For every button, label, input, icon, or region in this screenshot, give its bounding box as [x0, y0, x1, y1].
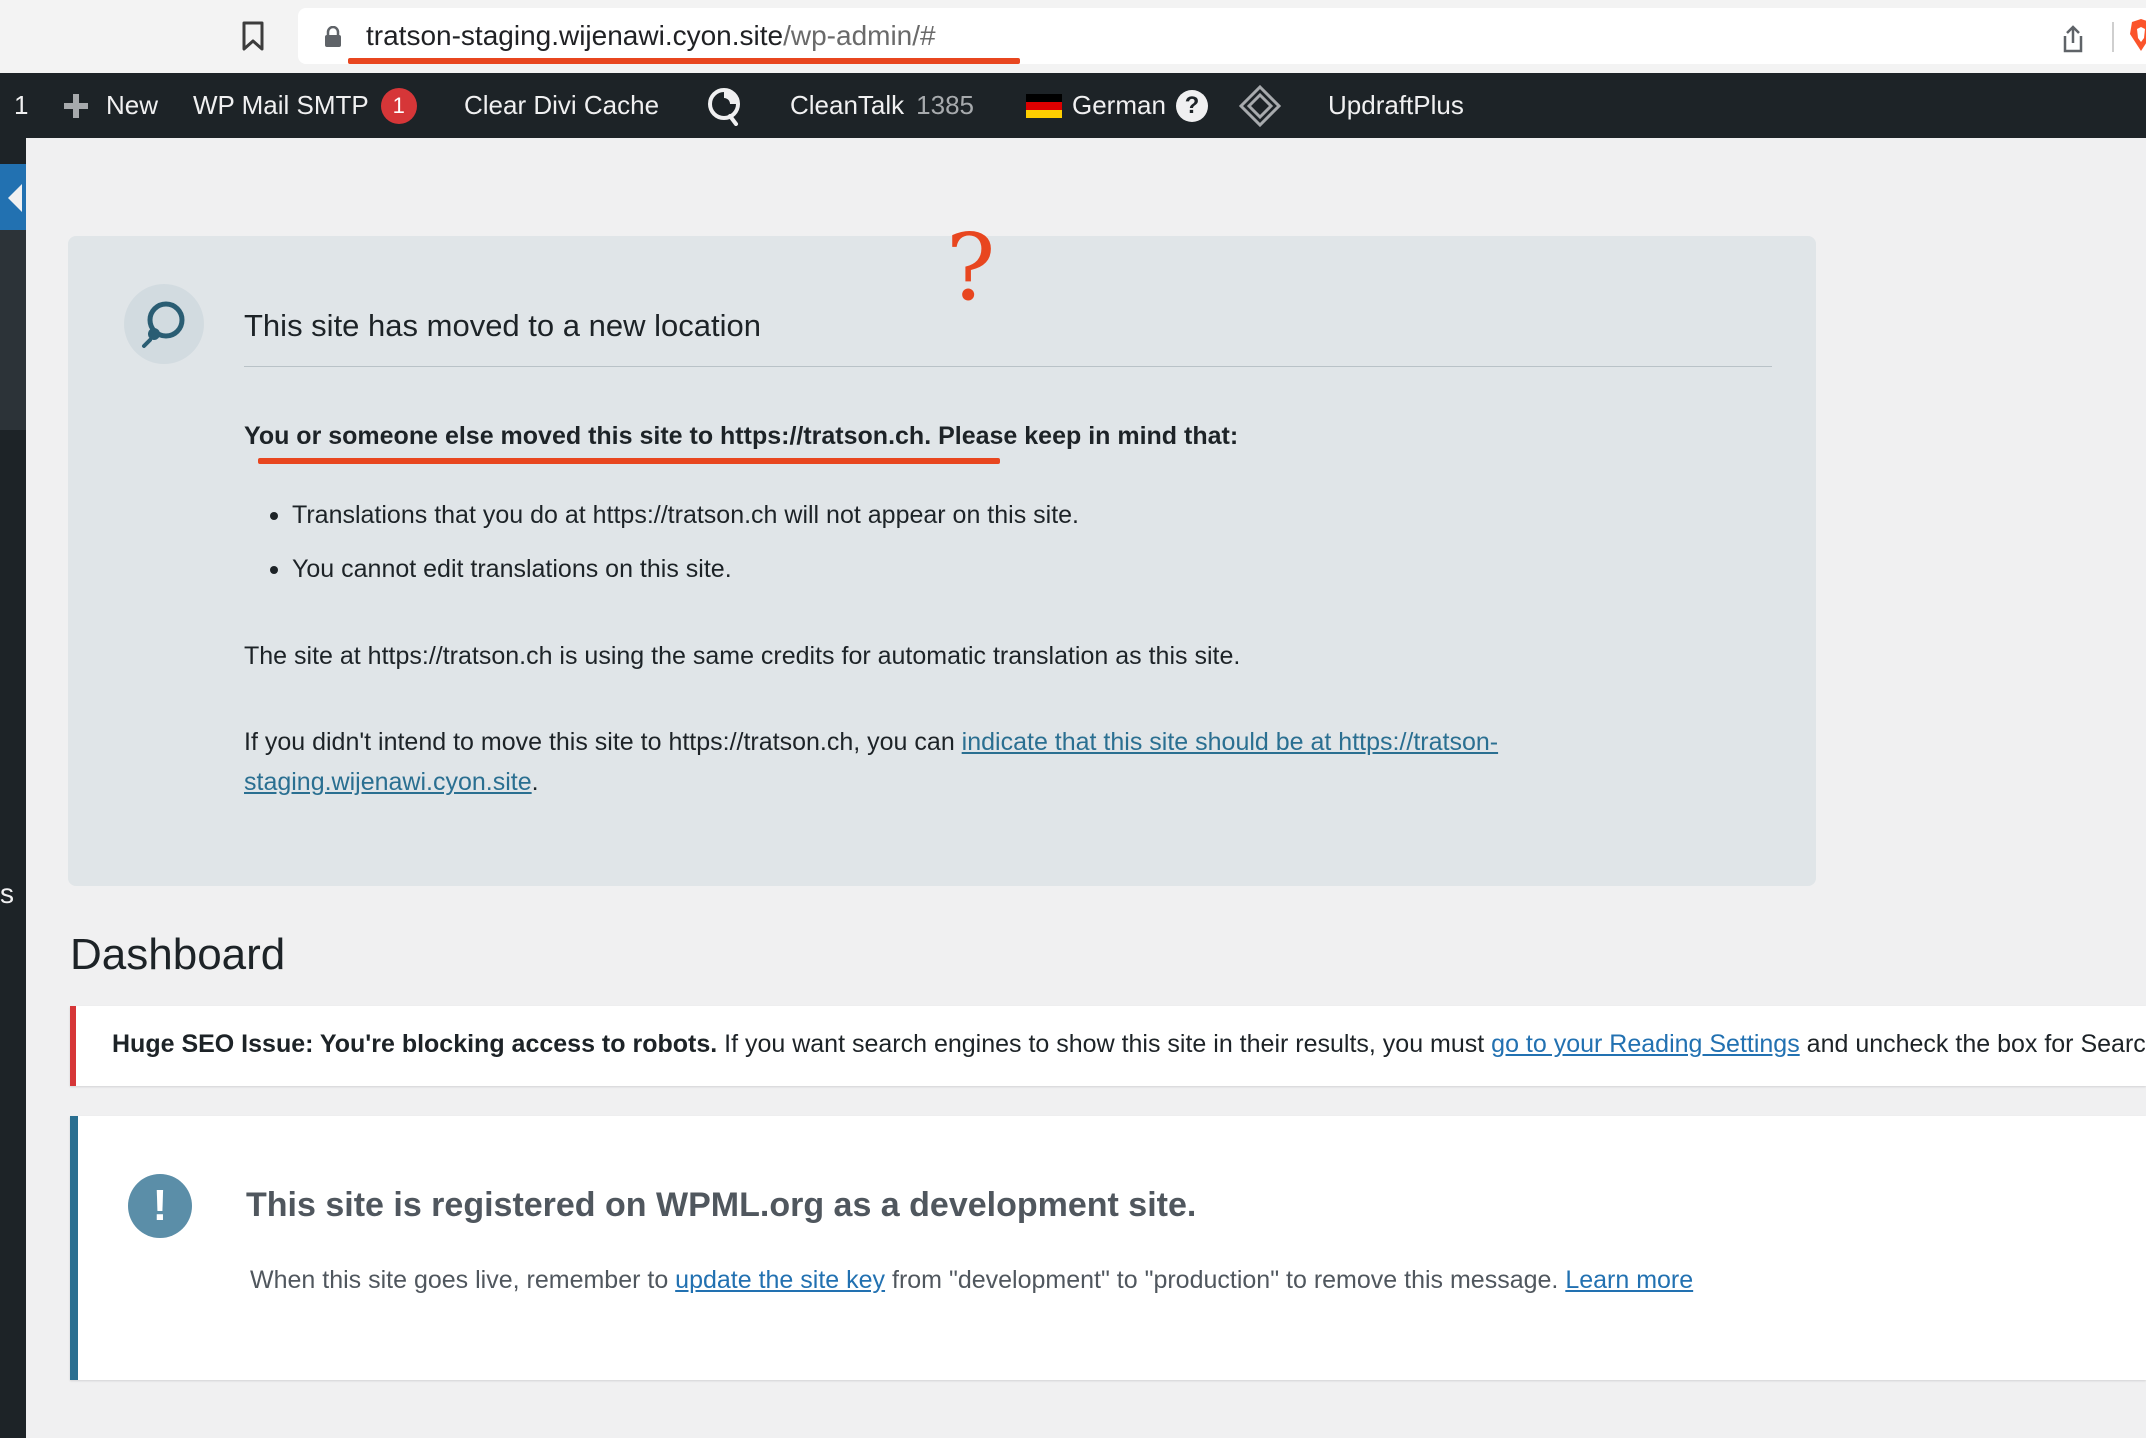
wpml-language-icon	[1238, 84, 1282, 127]
bookmark-icon[interactable]	[240, 20, 266, 52]
cleantalk-count: 1385	[916, 90, 975, 120]
clear-divi-cache-button[interactable]: Clear Divi Cache	[464, 73, 659, 138]
admin-bar-count[interactable]: 1	[14, 73, 28, 138]
dev-notice-title: This site is registered on WPML.org as a…	[246, 1186, 1197, 1224]
new-content-menu[interactable]: New	[62, 73, 158, 138]
reading-settings-link[interactable]: go to your Reading Settings	[1491, 1030, 1800, 1058]
url-host: tratson-staging.wijenawi.cyon.site	[366, 20, 784, 51]
seo-notice-suffix: and uncheck the box for Search Engine Vi…	[1806, 1030, 2146, 1058]
admin-menu-label-fragment[interactable]: s	[0, 878, 26, 910]
moved-notice-title: This site has moved to a new location	[244, 308, 761, 343]
divi-cache-menu[interactable]	[704, 73, 744, 138]
cleantalk-menu[interactable]: CleanTalk 1385	[790, 73, 974, 138]
address-bar[interactable]: tratson-staging.wijenawi.cyon.site/wp-ad…	[298, 8, 2146, 64]
wp-mail-smtp-label: WP Mail SMTP	[193, 90, 369, 120]
intend-paragraph: If you didn't intend to move this site t…	[244, 722, 1704, 802]
notification-badge: 1	[380, 87, 417, 124]
browser-toolbar: tratson-staging.wijenawi.cyon.site/wp-ad…	[0, 0, 2146, 73]
site-moved-notice: This site has moved to a new location ? …	[68, 222, 1816, 886]
help-icon[interactable]: ?	[1175, 89, 1208, 122]
learn-more-link[interactable]: Learn more	[1565, 1266, 1693, 1294]
wp-admin-bar: 1 New WP Mail SMTP 1 Clear Divi Cache Cl…	[0, 73, 2146, 138]
update-site-key-link[interactable]: update the site key	[675, 1266, 885, 1294]
list-item: You cannot edit translations on this sit…	[244, 552, 1079, 606]
divi-cache-icon	[708, 87, 740, 126]
dev-notice-middle: from "development" to "production" to re…	[885, 1266, 1566, 1294]
updraftplus-label: UpdraftPlus	[1328, 90, 1464, 120]
wp-mail-smtp-menu[interactable]: WP Mail SMTP 1	[193, 73, 417, 138]
seo-notice-bold: Huge SEO Issue: You're blocking access t…	[112, 1030, 718, 1058]
list-item: Translations that you do at https://trat…	[244, 498, 1079, 552]
dev-site-notice: ! This site is registered on WPML.org as…	[70, 1116, 2146, 1380]
language-switcher[interactable]: German ?	[1026, 73, 1208, 138]
language-label: German	[1072, 90, 1166, 120]
lock-icon	[325, 26, 341, 47]
seo-error-notice: Huge SEO Issue: You're blocking access t…	[70, 1006, 2146, 1086]
moved-notice-bullets: Translations that you do at https://trat…	[244, 498, 1079, 606]
menu-active-arrow	[8, 184, 22, 212]
page-title: Dashboard	[70, 930, 286, 979]
wpml-logo-icon	[124, 284, 204, 364]
credits-text: The site at https://tratson.ch is using …	[244, 642, 1241, 670]
annotation-underline-url	[348, 58, 1020, 64]
moved-notice-lead: You or someone else moved this site to h…	[244, 422, 1239, 450]
clear-divi-cache-label: Clear Divi Cache	[464, 90, 660, 120]
share-icon[interactable]	[2060, 24, 2086, 54]
updraftplus-menu[interactable]: UpdraftPlus	[1328, 73, 1464, 138]
wpml-menu[interactable]	[1238, 73, 1282, 138]
intend-prefix: If you didn't intend to move this site t…	[244, 728, 962, 756]
brave-icon[interactable]	[2128, 18, 2146, 52]
cleantalk-label: CleanTalk	[790, 90, 905, 120]
url-text[interactable]: tratson-staging.wijenawi.cyon.site/wp-ad…	[366, 20, 936, 52]
seo-notice-text: Huge SEO Issue: You're blocking access t…	[112, 1030, 2146, 1059]
admin-submenu[interactable]	[0, 230, 26, 430]
new-label: New	[106, 90, 159, 120]
intend-suffix: .	[531, 768, 539, 796]
toolbar-separator	[2112, 22, 2114, 52]
annotation-underline-lead	[258, 458, 1000, 464]
annotation-question-mark: ?	[946, 214, 996, 321]
exclamation-icon: !	[128, 1174, 192, 1238]
seo-notice-body: If you want search engines to show this …	[717, 1030, 1492, 1058]
moved-notice-divider	[244, 366, 1772, 367]
url-path: /wp-admin/#	[783, 20, 936, 51]
german-flag-icon	[1026, 93, 1062, 118]
dev-notice-text: When this site goes live, remember to up…	[250, 1266, 1693, 1295]
plus-icon	[64, 93, 88, 118]
dev-notice-prefix: When this site goes live, remember to	[250, 1266, 676, 1294]
